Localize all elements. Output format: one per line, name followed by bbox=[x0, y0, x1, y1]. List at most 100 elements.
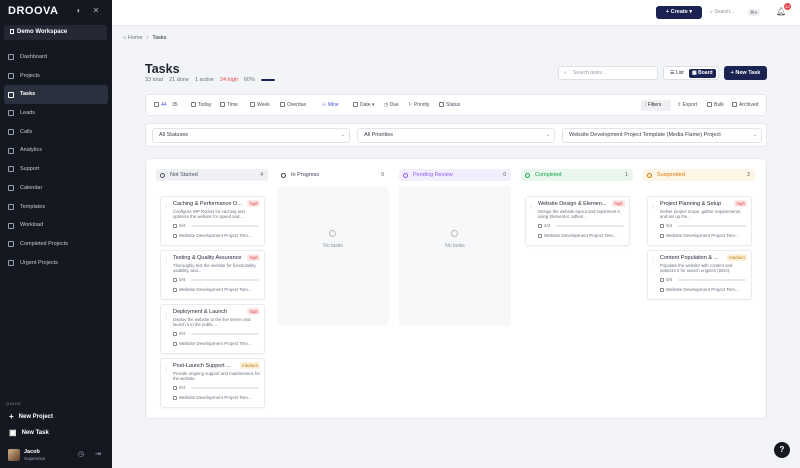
task-title: Post-Launch Support ... bbox=[173, 363, 231, 369]
task-card[interactable]: ⋮ ⋮ Testing & Quality Assurance high Thoroug… bbox=[160, 250, 265, 300]
view-list-button[interactable]: ☰ List bbox=[667, 69, 687, 78]
sidebar-item-analytics[interactable]: Analytics bbox=[4, 141, 108, 160]
sidebar-item-label: Projects bbox=[20, 72, 40, 79]
status-circle-icon bbox=[281, 172, 286, 178]
workspace-switcher[interactable]: Demo Workspace bbox=[4, 25, 107, 40]
sidebar-item-label: Tasks bbox=[20, 91, 36, 98]
sort-priority[interactable]: ⚐ Priority bbox=[408, 102, 429, 108]
drag-handle-icon[interactable]: ⋮ ⋮ bbox=[651, 258, 655, 265]
drag-handle-icon[interactable]: ⋮ ⋮ bbox=[164, 204, 168, 211]
sidebar-item-templates[interactable]: Templates bbox=[4, 198, 108, 217]
project-select[interactable]: Website Development Project Template (Me… bbox=[562, 128, 762, 143]
user-profile[interactable]: Jacob Supervisor ◷ ⇥ bbox=[8, 447, 108, 463]
subtask-count-label: 0/4 bbox=[666, 277, 673, 282]
stat-done: 21 done bbox=[169, 77, 189, 83]
sidebar-item-workload[interactable]: Workload bbox=[4, 216, 108, 235]
inbox-icon bbox=[154, 102, 159, 107]
subtask-progress-bar bbox=[678, 225, 746, 227]
create-button[interactable]: + Create ▾ bbox=[656, 6, 702, 19]
task-card[interactable]: ⋮ ⋮ Project Planning & Setup high Define pro… bbox=[647, 196, 752, 246]
help-button[interactable]: ? bbox=[774, 442, 790, 458]
subtask-count: 0/4 bbox=[660, 277, 672, 282]
task-search-input[interactable]: ⌕ Search tasks... bbox=[558, 66, 658, 80]
filter-today[interactable]: Today bbox=[191, 102, 211, 108]
breadcrumb-home[interactable]: Home bbox=[128, 35, 143, 41]
filter-week[interactable]: Week bbox=[250, 102, 270, 108]
priority-select[interactable]: All Priorities ⌄ bbox=[357, 128, 555, 143]
sidebar-item-support[interactable]: Support bbox=[4, 160, 108, 179]
drag-handle-icon[interactable]: ⋮ ⋮ bbox=[164, 312, 168, 319]
sort-date[interactable]: Date ▾ bbox=[353, 102, 374, 108]
empty-column-dropzone[interactable]: No tasks bbox=[399, 186, 511, 326]
priority-badge: high bbox=[612, 200, 625, 207]
notification-badge: 12 bbox=[784, 3, 791, 10]
user-name: Jacob bbox=[24, 449, 40, 455]
task-title: Caching & Performance O... bbox=[173, 201, 242, 207]
task-project: Website Development Project Tem... bbox=[660, 287, 739, 292]
drag-handle-icon[interactable]: ⋮ ⋮ bbox=[164, 366, 168, 373]
sort-due[interactable]: ◷ Due bbox=[384, 102, 399, 108]
global-search[interactable]: ⌕ Search... ⌘K bbox=[710, 6, 764, 19]
task-card[interactable]: ⋮ ⋮ Website Design & Elemen... high Design t… bbox=[525, 196, 630, 246]
quick-new-project-button[interactable]: + New Project bbox=[9, 412, 53, 421]
quick-new-task-button[interactable]: ▣ New Task bbox=[9, 428, 49, 437]
task-card[interactable]: ⋮ ⋮ Deployment & Launch high Deploy the webs… bbox=[160, 304, 265, 354]
empty-circle-icon bbox=[329, 230, 336, 237]
column-title: In Progress bbox=[291, 172, 320, 178]
new-task-button[interactable]: + New Task bbox=[724, 66, 767, 80]
sidebar-item-calls[interactable]: Calls bbox=[4, 123, 108, 142]
filter-all[interactable]: 44 bbox=[154, 102, 167, 108]
task-card[interactable]: ⋮ ⋮ Content Population & ... medium Populate… bbox=[647, 250, 752, 300]
sidebar-item-urgent-projects[interactable]: Urgent Projects bbox=[4, 254, 108, 273]
subtask-progress-bar bbox=[191, 333, 259, 335]
sidebar-item-calendar[interactable]: Calendar bbox=[4, 179, 108, 198]
quick-section-label: QUICK bbox=[6, 401, 22, 406]
task-project-label: Website Development Project Tem... bbox=[666, 233, 739, 238]
archived-button[interactable]: Archived bbox=[732, 102, 758, 108]
sidebar-item-dashboard[interactable]: Dashboard bbox=[4, 48, 108, 67]
logout-icon[interactable]: ⇥ bbox=[95, 451, 103, 459]
export-button[interactable]: ⇪ Export bbox=[677, 102, 697, 108]
filter-overdue-label: Overdue bbox=[287, 102, 307, 108]
empty-column-dropzone[interactable]: No tasks bbox=[277, 186, 389, 326]
drag-handle-icon[interactable]: ⋮ ⋮ bbox=[164, 258, 168, 265]
sidebar-item-completed-projects[interactable]: Completed Projects bbox=[4, 235, 108, 254]
sort-icon bbox=[353, 102, 358, 107]
search-shortcut: ⌘K bbox=[748, 9, 760, 16]
drag-handle-icon[interactable]: ⋮ ⋮ bbox=[651, 204, 655, 211]
task-project: Website Development Project Tem... bbox=[538, 233, 617, 238]
filter-mine-count[interactable]: 35 bbox=[172, 102, 178, 108]
subtask-count-label: 0/4 bbox=[179, 277, 186, 282]
task-card[interactable]: ⋮ ⋮ Caching & Performance O... high Configur… bbox=[160, 196, 265, 246]
task-title: Testing & Quality Assurance bbox=[173, 255, 242, 261]
checklist-icon bbox=[660, 223, 664, 228]
filters-button[interactable]: ⫶ Filters bbox=[641, 100, 671, 111]
subtask-count: 0/4 bbox=[173, 331, 185, 336]
column-title: Pending Review bbox=[413, 172, 453, 178]
priority-badge: high bbox=[247, 308, 260, 315]
app-logo[interactable]: DROOVA bbox=[8, 5, 58, 17]
sort-status[interactable]: Status bbox=[439, 102, 460, 108]
view-board-button[interactable]: ▦ Board bbox=[689, 69, 716, 78]
drag-handle-icon[interactable]: ⋮ ⋮ bbox=[529, 204, 533, 211]
breadcrumb-current: Tasks bbox=[152, 35, 167, 41]
status-select[interactable]: All Statuses ⌄ bbox=[152, 128, 350, 143]
column-title: Suspended bbox=[657, 172, 685, 178]
filter-time[interactable]: Time bbox=[220, 102, 238, 108]
task-description: Design the website layout and implement … bbox=[538, 209, 620, 220]
close-sidebar-icon[interactable]: ✕ bbox=[91, 6, 101, 16]
task-card[interactable]: ⋮ ⋮ Post-Launch Support ... medium Provide o… bbox=[160, 358, 265, 408]
status-icon bbox=[439, 102, 444, 107]
bulk-button[interactable]: Bulk bbox=[707, 102, 724, 108]
clock-icon[interactable]: ◷ bbox=[78, 451, 86, 459]
filter-overdue[interactable]: Overdue bbox=[280, 102, 306, 108]
projects-icon bbox=[8, 73, 14, 80]
task-description: Provide ongoing support and maintenance … bbox=[173, 371, 260, 382]
sidebar-item-leads[interactable]: Leads bbox=[4, 104, 108, 123]
sidebar-item-tasks[interactable]: Tasks bbox=[4, 85, 108, 105]
theme-toggle-icon[interactable]: ◐ bbox=[74, 6, 84, 16]
global-search-label: Search... bbox=[714, 9, 735, 15]
stat-active: 1 active bbox=[194, 77, 214, 83]
sidebar-item-projects[interactable]: Projects bbox=[4, 67, 108, 86]
filter-mine[interactable]: ⚇ Mine bbox=[322, 102, 339, 108]
